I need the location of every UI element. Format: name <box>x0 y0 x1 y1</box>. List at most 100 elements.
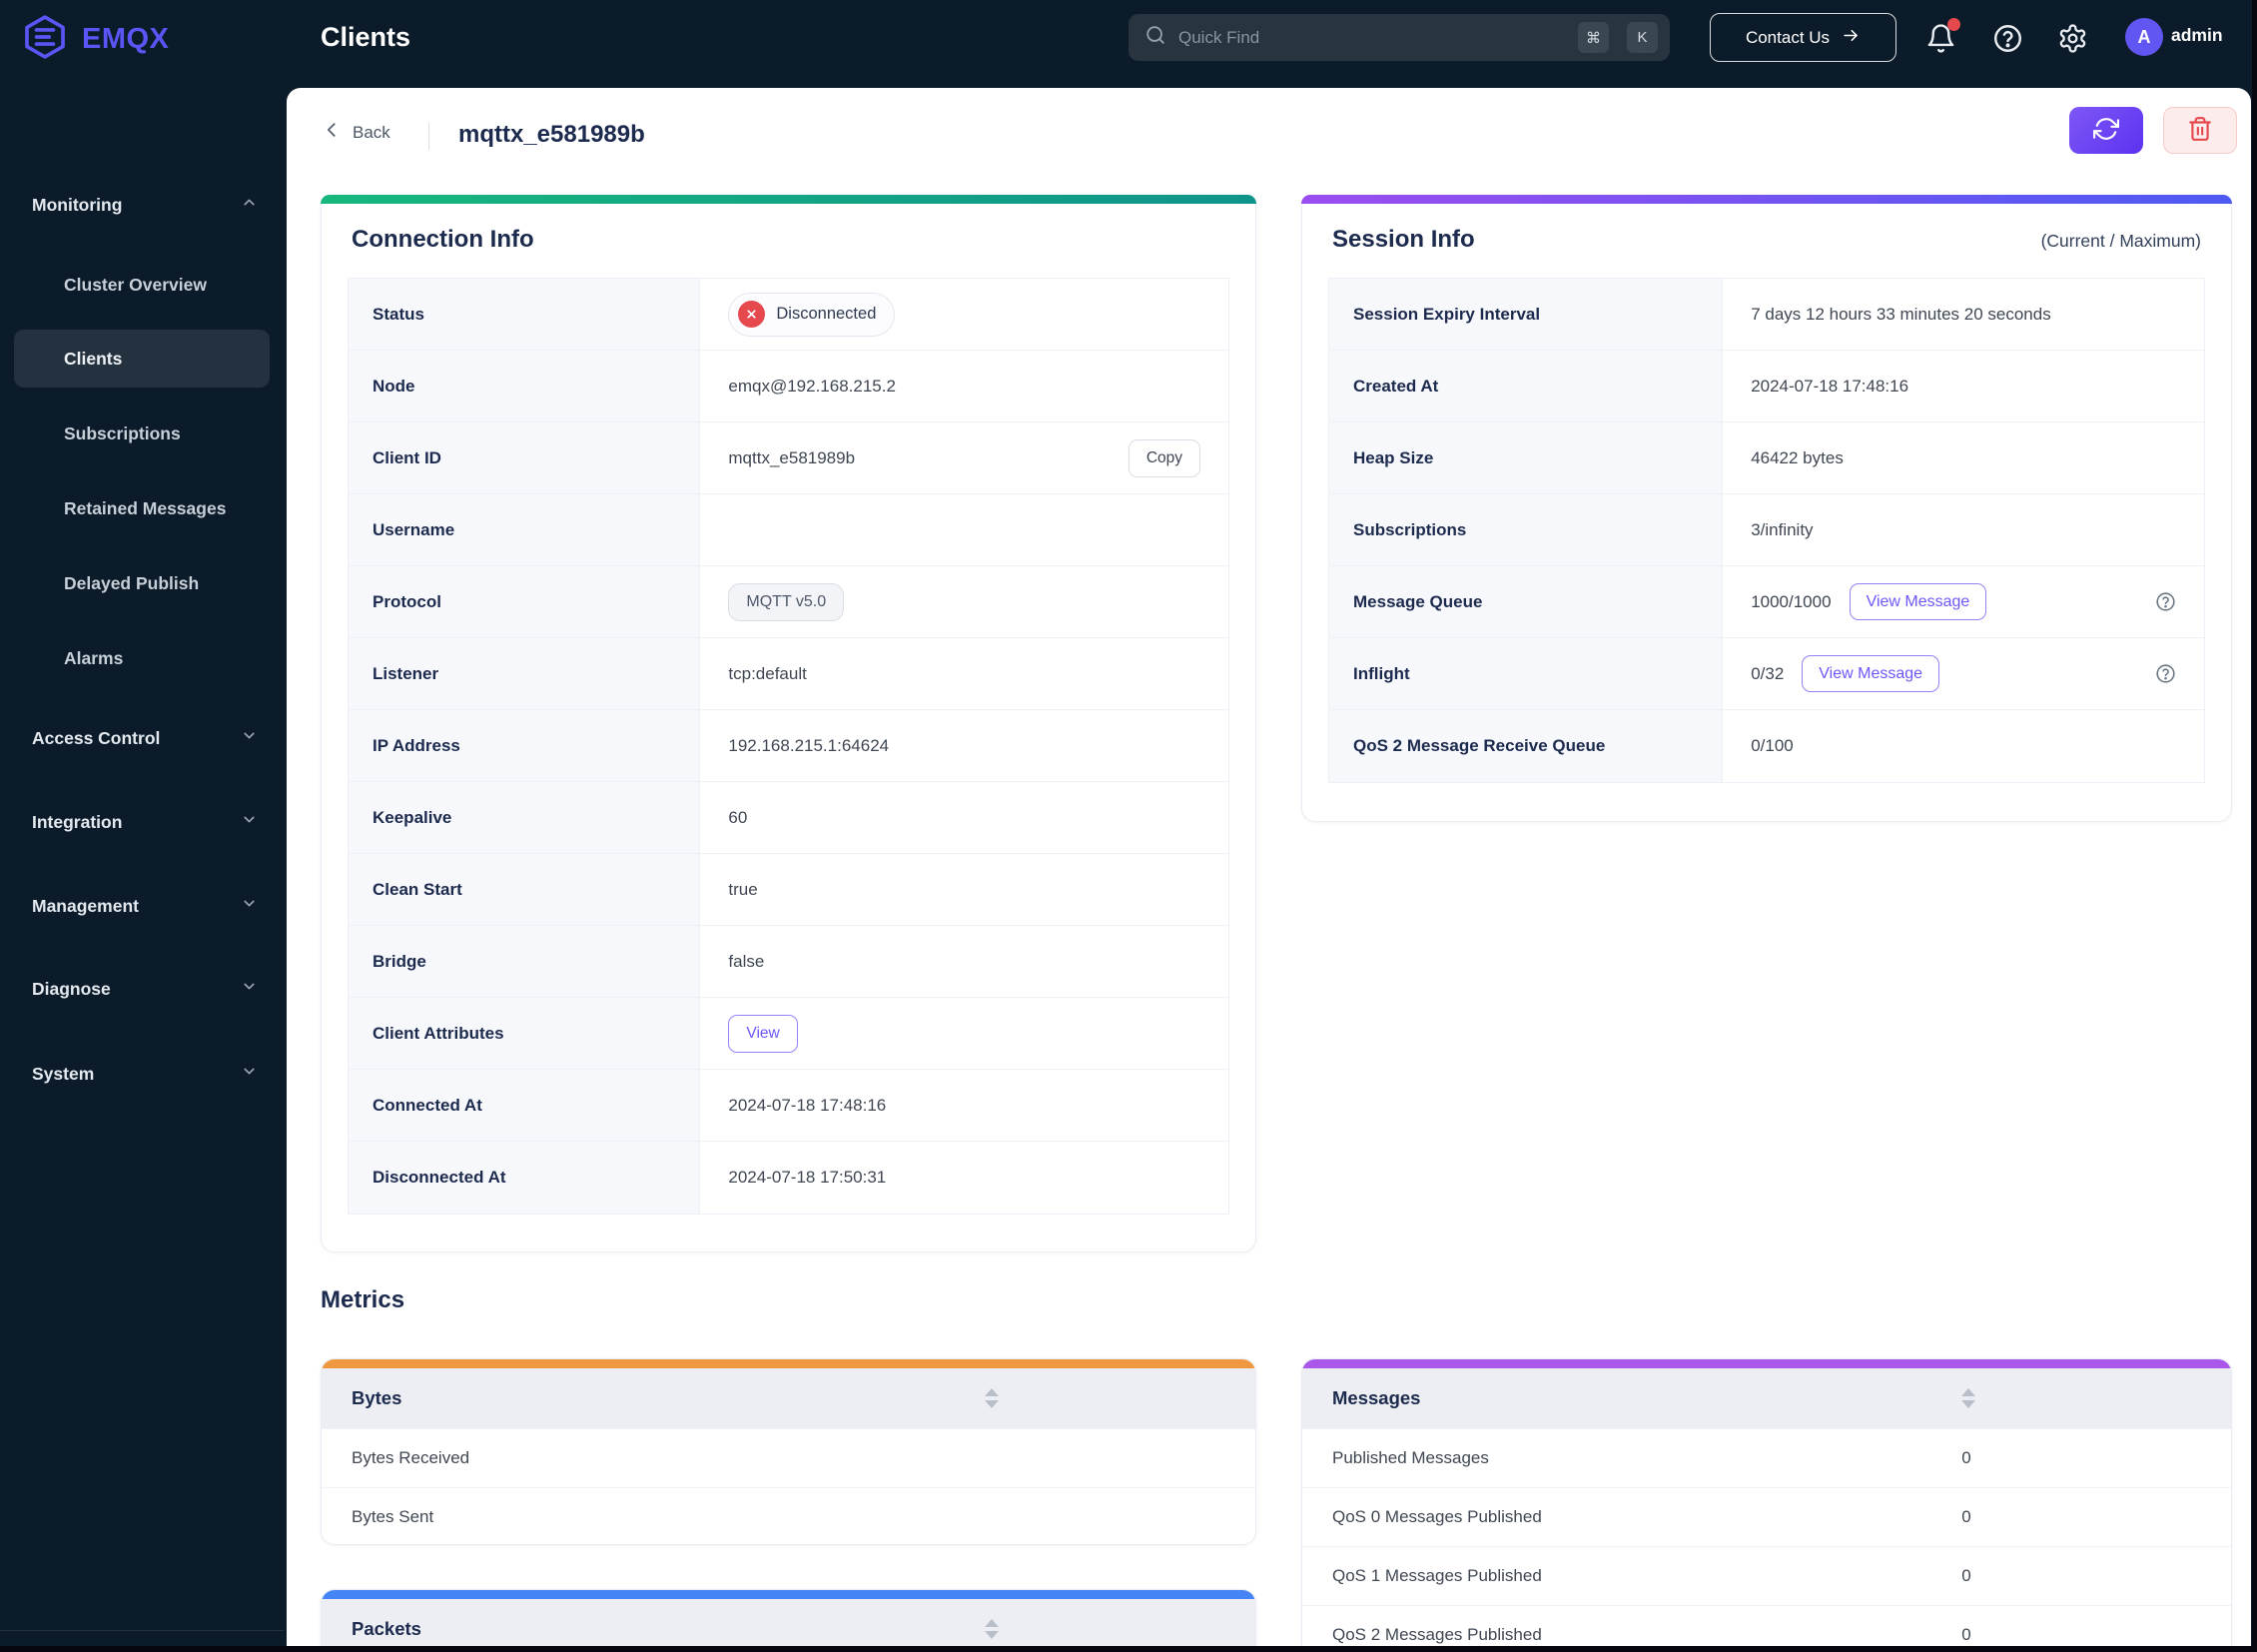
sidebar-group-system[interactable]: System <box>0 1045 284 1103</box>
notification-dot <box>1947 18 1960 31</box>
row-label: Listener <box>349 638 701 709</box>
metric-card-title: Messages <box>1332 1387 1421 1408</box>
table-row-status: Status Disconnected <box>349 279 1228 351</box>
user-avatar[interactable]: A <box>2125 18 2163 56</box>
help-circle-icon[interactable] <box>2155 663 2176 684</box>
sidebar-group-label: Management <box>32 895 139 916</box>
metric-card-title: Bytes <box>352 1387 402 1408</box>
sort-arrows-icon[interactable] <box>984 1388 999 1408</box>
metric-row-published-messages: Published Messages 0 <box>1302 1428 2231 1487</box>
connection-info-card: Connection Info Status Disconnected Node… <box>321 195 1256 1252</box>
protocol-tag: MQTT v5.0 <box>728 582 845 621</box>
table-row-client-attributes: Client Attributes View <box>349 998 1228 1070</box>
metric-card-title: Packets <box>352 1618 421 1639</box>
notifications-bell-icon[interactable] <box>1923 18 1960 55</box>
help-icon[interactable] <box>1990 21 2024 55</box>
sidebar-group-integration[interactable]: Integration <box>0 793 284 851</box>
view-message-queue-button[interactable]: View Message <box>1849 583 1987 620</box>
sidebar-group-label: Integration <box>32 811 123 832</box>
sidebar-group-label: Monitoring <box>32 194 123 215</box>
row-value: 60 <box>728 807 748 827</box>
metric-value: 0 <box>1961 1625 1971 1644</box>
table-row-subscriptions: Subscriptions 3/infinity <box>1329 494 2204 566</box>
view-attributes-button[interactable]: View <box>728 1014 798 1053</box>
row-label: Disconnected At <box>349 1142 701 1214</box>
sidebar-item-delayed-publish[interactable]: Delayed Publish <box>0 554 284 612</box>
settings-gear-icon[interactable] <box>2055 21 2089 55</box>
row-value: emqx@192.168.215.2 <box>728 376 896 396</box>
back-button[interactable]: Back <box>323 120 390 145</box>
emqx-logo[interactable]: EMQX <box>22 14 169 65</box>
sidebar-group-diagnose[interactable]: Diagnose <box>0 960 284 1018</box>
row-value: 2024-07-18 17:48:16 <box>728 1095 887 1115</box>
row-label: Heap Size <box>1329 422 1724 493</box>
sidebar-group-management[interactable]: Management <box>0 877 284 935</box>
emqx-dashboard: EMQX Clients ⌘ K Contact Us <box>0 0 2257 1652</box>
chevron-down-icon <box>241 978 258 1000</box>
user-name[interactable]: admin <box>2171 25 2223 46</box>
table-row-keepalive: Keepalive 60 <box>349 782 1228 854</box>
sidebar-item-subscriptions[interactable]: Subscriptions <box>0 405 284 462</box>
table-row-session-expiry: Session Expiry Interval 7 days 12 hours … <box>1329 279 2204 351</box>
sidebar-group-monitoring[interactable]: Monitoring <box>0 176 284 234</box>
sidebar-item-alarms[interactable]: Alarms <box>0 629 284 687</box>
table-row-message-queue: Message Queue 1000/1000 View Message <box>1329 566 2204 638</box>
help-circle-icon[interactable] <box>2155 591 2176 612</box>
metric-row-qos2-published: QoS 2 Messages Published 0 <box>1302 1605 2231 1652</box>
connection-info-table: Status Disconnected Node emqx@192.168.21… <box>348 278 1229 1215</box>
sidebar-item-label: Alarms <box>64 647 124 668</box>
sidebar-item-retained-messages[interactable]: Retained Messages <box>0 479 284 537</box>
metric-value: 0 <box>1961 1507 1971 1526</box>
sidebar-item-label: Delayed Publish <box>64 572 200 593</box>
metric-row-bytes-received: Bytes Received <box>322 1428 1255 1487</box>
disconnected-x-icon <box>738 301 766 328</box>
refresh-icon <box>2093 116 2119 145</box>
row-label: Status <box>349 279 701 350</box>
row-value: 1000/1000 <box>1751 591 1832 611</box>
bytes-metric-card: Bytes Bytes Received Bytes Sent <box>321 1358 1256 1545</box>
table-row-heap-size: Heap Size 46422 bytes <box>1329 422 2204 494</box>
bytes-header[interactable]: Bytes <box>322 1368 1255 1428</box>
row-label: Keepalive <box>349 782 701 853</box>
sidebar-group-access-control[interactable]: Access Control <box>0 709 284 767</box>
view-inflight-button[interactable]: View Message <box>1802 655 1940 692</box>
messages-header[interactable]: Messages <box>1302 1368 2231 1428</box>
sidebar-item-label: Subscriptions <box>64 422 181 443</box>
row-value: tcp:default <box>728 663 807 683</box>
contact-us-button[interactable]: Contact Us <box>1710 13 1896 62</box>
client-id-title: mqttx_e581989b <box>458 121 645 148</box>
logo-text: EMQX <box>82 23 170 55</box>
card-accent-bar <box>1301 195 2232 204</box>
metric-row-qos0-published: QoS 0 Messages Published 0 <box>1302 1487 2231 1546</box>
row-value: false <box>728 951 765 971</box>
search-input[interactable] <box>1178 27 1566 48</box>
messages-metric-card: Messages Published Messages 0 QoS 0 Mess… <box>1301 1358 2232 1652</box>
sidebar-item-label: Clients <box>64 348 123 369</box>
sidebar-item-cluster-overview[interactable]: Cluster Overview <box>0 256 284 314</box>
copy-button[interactable]: Copy <box>1128 438 1200 477</box>
refresh-button[interactable] <box>2069 107 2143 154</box>
sidebar-item-clients[interactable]: Clients <box>14 330 270 388</box>
row-label: Node <box>349 351 701 421</box>
sort-arrows-icon[interactable] <box>1961 1388 1976 1408</box>
table-row-connected-at: Connected At 2024-07-18 17:48:16 <box>349 1070 1228 1142</box>
kbd-k: K <box>1627 22 1658 53</box>
table-row-inflight: Inflight 0/32 View Message <box>1329 638 2204 710</box>
table-row-clean-start: Clean Start true <box>349 854 1228 926</box>
packets-header[interactable]: Packets <box>322 1599 1255 1652</box>
chevron-down-icon <box>241 811 258 833</box>
metric-label: Bytes Sent <box>352 1507 434 1526</box>
trash-icon <box>2187 116 2213 145</box>
row-value: 46422 bytes <box>1751 447 1844 467</box>
quick-find-search[interactable]: ⌘ K <box>1128 14 1670 61</box>
card-accent-bar <box>321 195 1256 204</box>
table-row-node: Node emqx@192.168.215.2 <box>349 351 1228 422</box>
sort-arrows-icon[interactable] <box>984 1619 999 1639</box>
delete-button[interactable] <box>2163 107 2237 154</box>
row-value: 3/infinity <box>1751 519 1814 539</box>
sidebar: Monitoring Cluster Overview Clients Subs… <box>0 75 284 1652</box>
row-value: 0/100 <box>1751 736 1794 755</box>
chevron-up-icon <box>241 194 258 216</box>
metric-label: QoS 0 Messages Published <box>1332 1507 1542 1526</box>
emqx-logo-icon <box>22 14 68 65</box>
